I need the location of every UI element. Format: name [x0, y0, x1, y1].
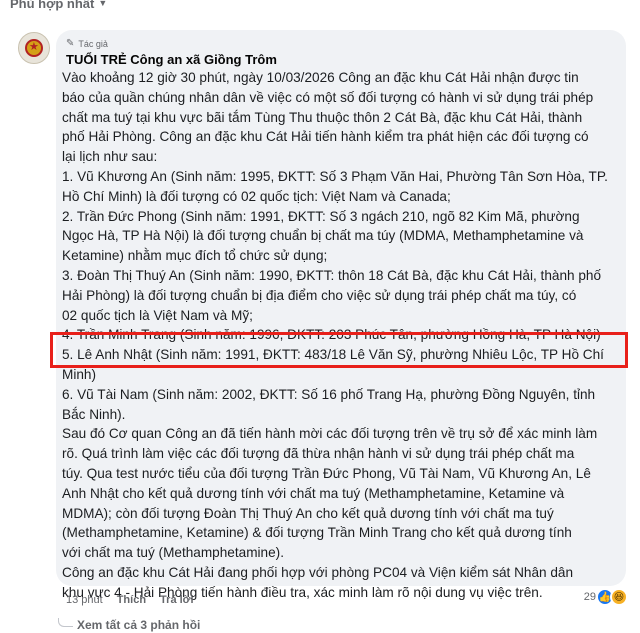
comment-screenshot: Phù hợp nhất ▼ ✎ Tác giả TUỔI TRẺ Công a… [0, 0, 640, 633]
view-replies-link[interactable]: Xem tất cả 3 phản hồi [58, 617, 201, 632]
comment-line: Sau đó Cơ quan Công an đã tiến hành mời … [62, 426, 598, 442]
haha-icon: 😆 [610, 588, 628, 606]
reply-thread-connector-icon [58, 617, 73, 627]
comment-line: rõ. Quá trình làm việc các đối tượng đã … [62, 446, 575, 462]
comment-line: Ngọc Hà, TP Hà Nội) là đối tượng chuẩn b… [62, 228, 584, 244]
comment-line: Ketamine) nhằm mục đích tổ chức sử dụng; [62, 248, 328, 264]
reply-button[interactable]: Trả lời [160, 594, 194, 606]
comment-line: túy. Qua test nước tiểu của đối tượng Tr… [62, 465, 591, 481]
like-button[interactable]: Thích [117, 594, 146, 606]
author-badge-label: Tác giả [78, 38, 108, 49]
pen-icon: ✎ [66, 38, 75, 49]
reaction-count: 29 [583, 591, 596, 603]
comment-line: Công an đặc khu Cát Hải đang phối hợp vớ… [62, 564, 574, 580]
police-emblem-icon [25, 39, 43, 57]
comment-line: Bắc Ninh). [62, 406, 126, 422]
comment-line: chất ma tuý tại khu vực bãi tắm Tùng Thu… [62, 109, 583, 125]
comment-line: với chất ma tuý (Methamphetamine). [62, 545, 284, 561]
chevron-down-icon: ▼ [98, 0, 108, 8]
comment-line: 02 quốc tịch là Việt Nam và Mỹ; [62, 307, 253, 323]
comment-line: MDMA); còn đối tượng Đoàn Thị Thuý An ch… [62, 505, 554, 521]
comment-line: 1. Vũ Khương An (Sinh năm: 1995, ĐKTT: S… [62, 168, 608, 184]
comment-line: 6. Vũ Tài Nam (Sinh năm: 2002, ĐKTT: Số … [62, 386, 596, 402]
comment-line: Anh Nhật cho kết quả dương tính với chất… [62, 485, 565, 501]
comment-line: phố Hải Phòng. Công an đặc khu Cát Hải t… [62, 129, 589, 145]
highlight-box [50, 332, 628, 368]
comment-line: 3. Đoàn Thị Thuý An (Sinh năm: 1990, ĐKT… [62, 267, 602, 283]
sort-label: Phù hợp nhất [10, 0, 95, 11]
view-replies-label: Xem tất cả 3 phản hồi [77, 618, 201, 632]
avatar[interactable] [18, 32, 50, 64]
comment-line: 2. Trần Đức Phong (Sinh năm: 1991, ĐKTT:… [62, 208, 580, 224]
comment-line: Hải Phòng) là đối tượng chuẩn bị địa điể… [62, 287, 577, 303]
comment-line: (Methamphetamine, Ketamine) & đối tượng … [62, 525, 572, 541]
sort-dropdown[interactable]: Phù hợp nhất ▼ [10, 0, 107, 12]
comment-line: Hồ Chí Minh) là đối tượng có 02 quốc tịc… [62, 188, 451, 204]
comment-line: báo của quần chúng nhân dân về việc có m… [62, 89, 594, 105]
comment-line: Vào khoảng 12 giờ 30 phút, ngày 10/03/20… [62, 70, 579, 85]
comment-line: lại lịch như sau: [62, 149, 158, 165]
author-badge: ✎ Tác giả [66, 38, 108, 49]
comment-actions: 13 phút Thích Trả lời [66, 594, 194, 606]
author-name[interactable]: TUỔI TRẺ Công an xã Giồng Trôm [66, 52, 277, 67]
reactions-summary[interactable]: 29 👍 😆 [584, 588, 628, 606]
comment-time[interactable]: 13 phút [66, 594, 103, 606]
